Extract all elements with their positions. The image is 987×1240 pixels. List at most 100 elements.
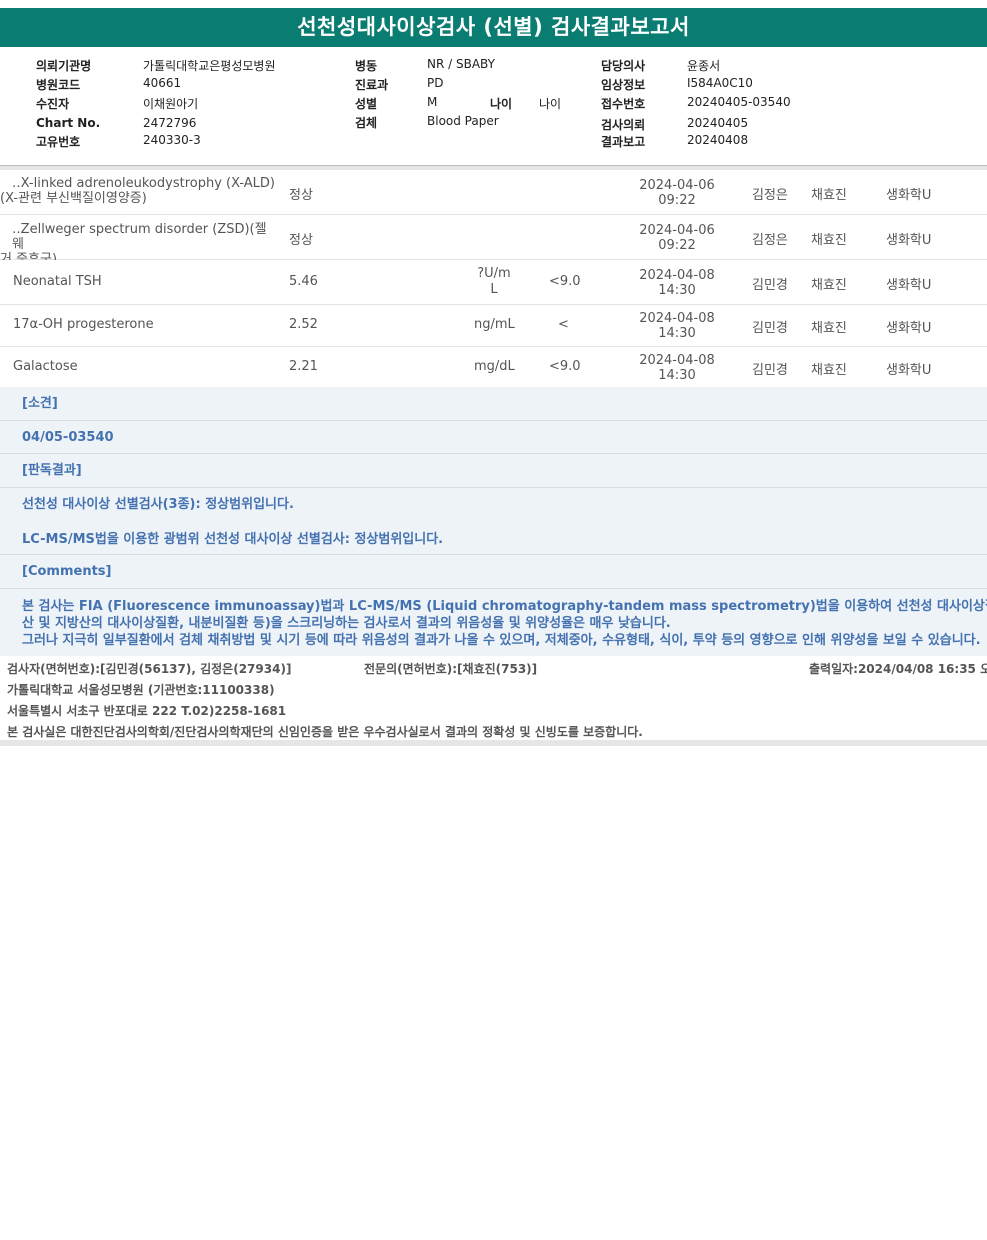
receipt-reference: 04/05-03540 [0, 421, 987, 454]
specimen-label: 검체 [355, 116, 378, 130]
report-title: 선천성대사이상검사 (선별) 검사결과보고서 [0, 8, 987, 47]
result-date: 2024-04-08 [639, 353, 715, 368]
result-unit: mg/dL [474, 359, 515, 374]
result-time: 14:30 [658, 326, 696, 341]
test-name-line1: ‥Zellweger spectrum disorder (ZSD)(젤웨 [12, 222, 267, 252]
footer-strip [0, 740, 987, 746]
comments-heading: [Comments] [0, 555, 987, 589]
chart-no-label: Chart No. [36, 116, 101, 130]
test-name-line1: ‥X-linked adrenoleukodystrophy (X-ALD) [12, 176, 275, 191]
section-name: 생화학U [886, 363, 932, 378]
result-date: 2024-04-08 [639, 268, 715, 283]
ward-value: NR / SBABY [427, 57, 495, 71]
clinical-info-label: 임상정보 [601, 78, 646, 92]
table-row: Neonatal TSH 5.46 ?U/m L <9.0 2024-04-08… [0, 260, 987, 305]
dept-value: PD [427, 76, 444, 90]
result-value: 2.21 [289, 359, 318, 374]
tester-name: 김민경 [752, 321, 788, 336]
hospital-info: 가톨릭대학교 서울성모병원 (기관번호:11100338) [7, 683, 275, 697]
section-name: 생화학U [886, 321, 932, 336]
dept-label: 진료과 [355, 78, 389, 92]
result-date: 2024-04-06 [639, 178, 715, 193]
reference-range: < [558, 317, 569, 332]
comments-section: [소견] 04/05-03540 [판독결과] 선천성 대사이상 선별검사(3종… [0, 387, 987, 656]
report-value: 20240408 [687, 133, 749, 147]
result-datetime: 2024-04-08 14:30 [637, 311, 717, 341]
result-time: 14:30 [658, 283, 696, 298]
test-name: Galactose [13, 359, 78, 374]
section-name: 생화학U [886, 188, 932, 203]
request-label: 검사의뢰 [601, 118, 646, 132]
comment-line: 본 검사는 FIA (Fluorescence immunoassay)법과 L… [22, 599, 987, 614]
confirmer-name: 채효진 [811, 278, 847, 293]
ward-label: 병동 [355, 59, 378, 73]
patient-info-section: 의뢰기관명 가톨릭대학교은평성모병원 병원코드 40661 수진자 이채원아기 … [0, 55, 987, 165]
tester-name: 김정은 [752, 233, 788, 248]
section-name: 생화학U [886, 278, 932, 293]
tester-name: 김민경 [752, 278, 788, 293]
unique-no-value: 240330-3 [143, 133, 201, 147]
hospital-code-label: 병원코드 [36, 78, 81, 92]
result-unit: ?U/m L [464, 266, 524, 298]
patient-value: 이채원아기 [143, 97, 199, 111]
confirmer-name: 채효진 [811, 233, 847, 248]
comments-body: 본 검사는 FIA (Fluorescence immunoassay)법과 L… [0, 589, 987, 656]
specimen-value: Blood Paper [427, 114, 499, 128]
unique-no-label: 고유번호 [36, 135, 81, 149]
results-table: ‥X-linked adrenoleukodystrophy (X-ALD) (… [0, 170, 987, 389]
test-name: Neonatal TSH [13, 274, 102, 289]
result-time: 14:30 [658, 368, 696, 383]
interpretation-block: 선천성 대사이상 선별검사(3종): 정상범위입니다. LC-MS/MS법을 이… [0, 488, 987, 555]
result-value: 5.46 [289, 274, 318, 289]
table-row: 17α-OH progesterone 2.52 ng/mL < 2024-04… [0, 305, 987, 347]
interpretation-line: 선천성 대사이상 선별검사(3종): 정상범위입니다. [22, 497, 294, 512]
clinical-info-value: I584A0C10 [687, 76, 753, 90]
result-unit-line1: ?U/m [477, 266, 511, 281]
chart-no-value: 2472796 [143, 116, 197, 130]
table-row: Galactose 2.21 mg/dL <9.0 2024-04-08 14:… [0, 347, 987, 389]
interpretation-line: LC-MS/MS법을 이용한 광범위 선천성 대사이상 선별검사: 정상범위입니… [22, 532, 444, 547]
result-value: 정상 [289, 188, 313, 203]
result-value: 정상 [289, 233, 313, 248]
section-name: 생화학U [886, 233, 932, 248]
report-label: 결과보고 [601, 135, 646, 149]
patient-label: 수진자 [36, 97, 70, 111]
doctor-value: 윤종서 [687, 59, 721, 73]
result-time: 09:22 [658, 238, 696, 253]
result-datetime: 2024-04-08 14:30 [637, 353, 717, 383]
table-row: ‥X-linked adrenoleukodystrophy (X-ALD) (… [0, 170, 987, 215]
institution-value: 가톨릭대학교은평성모병원 [143, 59, 276, 73]
sex-value: M [427, 95, 438, 109]
confirmer-name: 채효진 [811, 188, 847, 203]
tester-name: 김민경 [752, 363, 788, 378]
testers-info: 검사자(면허번호):[김민경(56137), 김정은(27934)] [7, 662, 292, 676]
receipt-value: 20240405-03540 [687, 95, 791, 109]
hospital-code-value: 40661 [143, 76, 182, 90]
comment-line: 그러나 지극히 일부질환에서 검체 채취방법 및 시기 등에 따라 위음성의 결… [22, 633, 981, 648]
doctor-label: 담당의사 [601, 59, 646, 73]
result-unit-line2: L [490, 282, 498, 297]
test-name-line2: (X-관련 부신백질이영양증) [0, 191, 147, 206]
result-datetime: 2024-04-08 14:30 [637, 268, 717, 298]
reference-range: <9.0 [549, 274, 581, 289]
comment-line: 산 및 지방산의 대사이상질환, 내분비질환 등)을 스크리닝하는 검사로서 결… [22, 616, 671, 631]
opinion-heading: [소견] [0, 387, 987, 421]
reference-range: <9.0 [549, 359, 581, 374]
result-unit: ng/mL [474, 317, 515, 332]
address-info: 서울특별시 서초구 반포대로 222 T.02)2258-1681 [7, 704, 287, 718]
request-value: 20240405 [687, 116, 749, 130]
result-date: 2024-04-06 [639, 223, 715, 238]
result-date: 2024-04-08 [639, 311, 715, 326]
certification-note: 본 검사실은 대한진단검사의학회/진단검사의학재단의 신임인증을 받은 우수검사… [7, 725, 643, 739]
test-name: 17α-OH progesterone [13, 317, 154, 332]
result-value: 2.52 [289, 317, 318, 332]
specialist-info: 전문의(면허번호):[채효진(753)] [364, 662, 538, 676]
test-name: ‥X-linked adrenoleukodystrophy (X-ALD) (… [0, 176, 275, 206]
receipt-label: 접수번호 [601, 97, 646, 111]
interpretation-heading: [판독결과] [0, 454, 987, 488]
age-value: 나이 [539, 97, 562, 111]
tester-name: 김정은 [752, 188, 788, 203]
result-time: 09:22 [658, 193, 696, 208]
confirmer-name: 채효진 [811, 321, 847, 336]
result-datetime: 2024-04-06 09:22 [637, 223, 717, 253]
